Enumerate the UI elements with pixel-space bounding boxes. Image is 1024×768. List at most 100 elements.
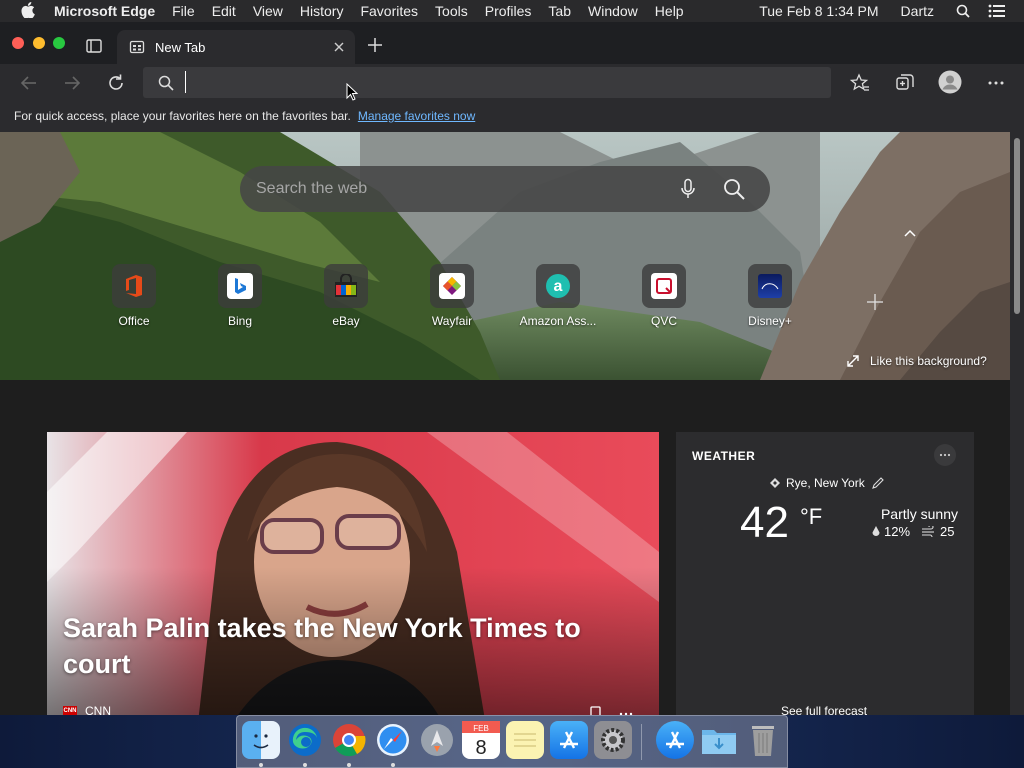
forward-arrow-icon[interactable]: [61, 72, 83, 94]
new-tab-page: Office Bing eBay Wayfair a Amazon Ass...: [0, 132, 1024, 715]
wind-icon: [922, 526, 935, 537]
menu-profiles[interactable]: Profiles: [485, 3, 532, 19]
settings-more-icon[interactable]: [985, 72, 1007, 94]
app-store-downloads-icon[interactable]: [656, 721, 694, 759]
back-arrow-icon[interactable]: [18, 72, 40, 94]
weather-wind: 25: [940, 524, 955, 539]
web-search-input[interactable]: [256, 178, 656, 200]
calendar-day: 8: [475, 737, 486, 759]
app-menu[interactable]: Microsoft Edge: [54, 3, 155, 19]
bing-icon: [218, 264, 262, 308]
news-source-name: CNN: [85, 704, 111, 715]
see-full-forecast-link[interactable]: See full forecast: [781, 704, 867, 715]
scrollbar-thumb[interactable]: [1014, 138, 1020, 314]
tab-actions-icon[interactable]: [84, 36, 104, 56]
menu-favorites[interactable]: Favorites: [360, 3, 418, 19]
news-actions: [590, 706, 633, 715]
save-bookmark-icon[interactable]: [590, 706, 601, 715]
window-minimize-button[interactable]: [33, 37, 45, 49]
trash-icon[interactable]: [744, 721, 782, 759]
menu-tools[interactable]: Tools: [435, 3, 468, 19]
favorites-bar-message: For quick access, place your favorites h…: [14, 109, 351, 123]
safari-icon[interactable]: [374, 721, 412, 759]
location-pin-icon: [770, 478, 780, 488]
quick-link-amazon-assistant[interactable]: a Amazon Ass...: [510, 264, 606, 334]
like-background-button[interactable]: Like this background?: [846, 354, 987, 368]
quick-link-qvc[interactable]: QVC: [616, 264, 712, 334]
weather-card[interactable]: WEATHER Rye, New York 42 °F Partly sunny…: [676, 432, 974, 715]
tab-new-tab[interactable]: New Tab: [117, 30, 355, 64]
microphone-icon[interactable]: [680, 178, 696, 200]
address-search-icon: [157, 74, 175, 92]
quick-link-bing[interactable]: Bing: [192, 264, 288, 334]
notes-icon[interactable]: [506, 721, 544, 759]
quick-link-ebay[interactable]: eBay: [298, 264, 394, 334]
control-center-icon[interactable]: [988, 4, 1006, 18]
new-tab-plus-icon[interactable]: [366, 36, 384, 54]
downloads-folder-icon[interactable]: [700, 721, 738, 759]
quick-link-disney-plus[interactable]: Disney+: [722, 264, 818, 334]
chrome-icon[interactable]: [330, 721, 368, 759]
quick-link-label: Disney+: [748, 314, 792, 328]
web-search-icon[interactable]: [722, 177, 746, 201]
quick-link-label: Office: [118, 314, 150, 328]
finder-icon[interactable]: [242, 721, 280, 759]
weather-temperature: 42: [740, 498, 789, 547]
menu-file[interactable]: File: [172, 3, 195, 19]
weather-unit: °F: [800, 504, 823, 529]
finder-running-indicator: [259, 763, 263, 767]
calendar-month: FEB: [473, 724, 489, 733]
system-preferences-gear-icon[interactable]: [594, 721, 632, 759]
address-input[interactable]: [185, 71, 805, 93]
address-bar[interactable]: [143, 67, 831, 98]
mouse-cursor-icon: [346, 83, 358, 101]
qvc-icon: [642, 264, 686, 308]
add-quick-link-plus-icon[interactable]: [865, 292, 885, 312]
app-store-icon[interactable]: [550, 721, 588, 759]
apple-menu-icon[interactable]: [18, 1, 38, 21]
news-card[interactable]: Sarah Palin takes the New York Times to …: [47, 432, 659, 715]
new-tab-page-icon: [129, 39, 145, 55]
edit-pencil-icon[interactable]: [871, 476, 885, 490]
window-close-button[interactable]: [12, 37, 24, 49]
page-scrollbar[interactable]: [1010, 132, 1024, 715]
spotlight-search-icon[interactable]: [956, 4, 970, 18]
weather-condition: Partly sunny: [880, 506, 958, 522]
quick-link-office[interactable]: Office: [86, 264, 182, 334]
news-headline[interactable]: Sarah Palin takes the New York Times to …: [63, 610, 643, 682]
calendar-icon[interactable]: FEB 8: [462, 721, 500, 759]
launchpad-icon[interactable]: [418, 721, 456, 759]
tab-close-icon[interactable]: [331, 39, 347, 55]
menubar-user[interactable]: Dartz: [901, 3, 934, 19]
quick-link-label: Amazon Ass...: [519, 314, 597, 328]
menu-tab[interactable]: Tab: [548, 3, 571, 19]
refresh-icon[interactable]: [105, 72, 127, 94]
office-icon: [112, 264, 156, 308]
window-zoom-button[interactable]: [53, 37, 65, 49]
quick-link-wayfair[interactable]: Wayfair: [404, 264, 500, 334]
manage-favorites-link[interactable]: Manage favorites now: [358, 109, 475, 123]
menu-edit[interactable]: Edit: [212, 3, 236, 19]
web-search-box[interactable]: [240, 166, 770, 212]
favorites-bar: For quick access, place your favorites h…: [0, 100, 1024, 132]
collections-icon[interactable]: [894, 72, 916, 94]
weather-location[interactable]: Rye, New York: [764, 476, 891, 490]
tab-title: New Tab: [155, 39, 206, 55]
menu-window[interactable]: Window: [588, 3, 638, 19]
menu-help[interactable]: Help: [655, 3, 684, 19]
menu-view[interactable]: View: [253, 3, 283, 19]
weather-header: WEATHER: [692, 449, 756, 463]
add-favorite-star-icon[interactable]: [849, 72, 871, 94]
menu-history[interactable]: History: [300, 3, 344, 19]
weather-more-icon[interactable]: [934, 444, 956, 466]
weather-precip: 12%: [884, 524, 911, 539]
profile-avatar-icon[interactable]: [938, 70, 962, 94]
quick-link-label: Wayfair: [431, 314, 473, 328]
safari-running-indicator: [391, 763, 395, 767]
chrome-running-indicator: [347, 763, 351, 767]
menubar-clock[interactable]: Tue Feb 8 1:34 PM: [759, 3, 878, 19]
cnn-logo-icon: CNN: [63, 706, 77, 715]
collapse-chevron-up-icon[interactable]: [902, 226, 918, 240]
edge-browser-icon[interactable]: [286, 721, 324, 759]
expand-icon: [847, 355, 859, 367]
